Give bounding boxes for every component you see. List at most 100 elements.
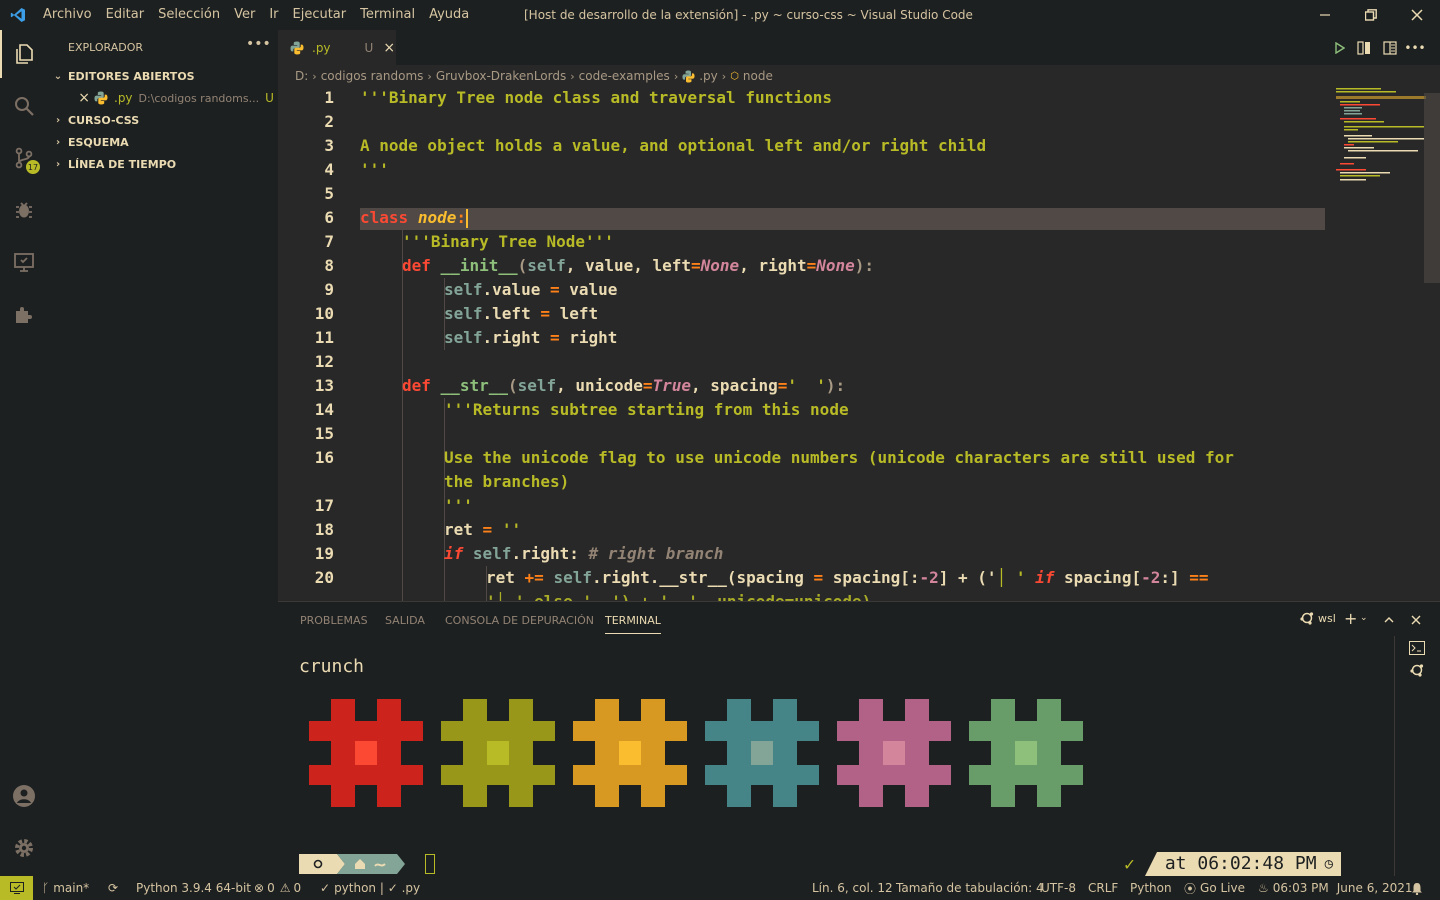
tab-debug-console[interactable]: CONSOLA DE DEPURACIÓN <box>445 614 594 627</box>
error-icon: ⊗ <box>254 881 265 895</box>
line-number: 11 <box>314 328 334 347</box>
open-editor-item[interactable]: × .py D:\codigos randoms... U <box>48 87 278 109</box>
remote-explorer-icon[interactable] <box>0 238 48 286</box>
keyword: def <box>402 256 431 275</box>
more-actions-icon[interactable]: ••• <box>1402 41 1428 55</box>
timeline-section[interactable]: › LÍNEA DE TIEMPO <box>48 153 278 175</box>
code-line-16-wrap: the branches) <box>444 472 570 491</box>
problems-count[interactable]: ⊗ 0 ⚠ 0 <box>254 876 301 900</box>
close-editor-icon[interactable]: × <box>48 90 90 106</box>
open-file-status: U <box>265 91 274 105</box>
code-line-18: ret = '' <box>444 520 521 539</box>
menu-ver[interactable]: Ver <box>227 0 262 30</box>
tab-label: .py <box>312 40 331 55</box>
outline-label: ESQUEMA <box>68 135 129 149</box>
self-keyword: self <box>517 376 557 395</box>
linux-penguin-icon[interactable] <box>1410 662 1424 681</box>
constant: None <box>816 256 855 275</box>
chevron-down-icon[interactable]: ⌄ <box>1360 613 1368 623</box>
search-icon[interactable] <box>0 82 48 130</box>
params: , right <box>739 256 807 275</box>
menu-ir[interactable]: Ir <box>262 0 285 30</box>
tab-problems[interactable]: PROBLEMAS <box>300 614 368 627</box>
breadcrumb-drive[interactable]: D: <box>295 69 308 83</box>
python-file-icon <box>94 91 108 105</box>
minimap[interactable] <box>1330 87 1426 207</box>
run-debug-icon[interactable] <box>0 186 48 234</box>
lint-status[interactable]: ✓ python | ✓ .py <box>320 876 420 900</box>
remote-indicator[interactable] <box>0 876 33 900</box>
end-of-line[interactable]: CRLF <box>1088 876 1118 900</box>
operator: = <box>803 568 833 587</box>
extensions-icon[interactable] <box>0 290 48 338</box>
menu-seleccion[interactable]: Selección <box>151 0 227 30</box>
settings-gear-icon[interactable] <box>0 824 48 872</box>
line-number: 15 <box>314 424 334 443</box>
menu-ayuda[interactable]: Ayuda <box>422 0 476 30</box>
breadcrumb-symbol[interactable]: node <box>743 69 773 83</box>
folder-section-curso-css[interactable]: › CURSO-CSS <box>48 109 278 131</box>
breadcrumb-folder[interactable]: Gruvbox-DrakenLords <box>436 69 566 83</box>
chevron-right-icon: › <box>427 69 432 83</box>
lint-text: python | ✓ .py <box>334 881 421 895</box>
breadcrumb-file[interactable]: .py <box>699 69 718 83</box>
source-control-icon[interactable]: 17 <box>0 134 48 182</box>
account-icon[interactable] <box>0 772 48 820</box>
language-mode[interactable]: Python <box>1130 876 1172 900</box>
editor-scrollbar[interactable] <box>1424 93 1440 283</box>
close-window-button[interactable] <box>1394 0 1440 30</box>
code-line-3: A node object holds a value, and optiona… <box>360 136 987 155</box>
new-terminal-button[interactable]: + <box>1344 609 1357 628</box>
explorer-icon[interactable] <box>0 30 48 78</box>
go-live-label: Go Live <box>1200 881 1245 895</box>
tab-py-file[interactable]: .py U × <box>278 30 396 65</box>
line-number: 16 <box>314 448 334 467</box>
colon: : <box>456 208 466 227</box>
code-line-19: if self.right: # right branch <box>444 544 723 563</box>
more-actions-icon[interactable]: ••• <box>246 36 271 52</box>
menu-ejecutar[interactable]: Ejecutar <box>286 0 354 30</box>
breadcrumb-folder[interactable]: codigos randoms <box>321 69 424 83</box>
terminal-instance-icon[interactable] <box>1409 640 1425 659</box>
go-live-button[interactable]: ⦿ Go Live <box>1184 876 1245 900</box>
git-branch[interactable]: ᚴ main* <box>42 876 89 900</box>
close-tab-icon[interactable]: × <box>383 40 395 56</box>
linux-penguin-icon <box>1300 611 1314 625</box>
terminal-selector[interactable]: wsl <box>1300 611 1336 625</box>
open-editors-section[interactable]: ⌄ EDITORES ABIERTOS <box>48 65 278 87</box>
sync-icon[interactable]: ⟳ <box>108 876 118 900</box>
keyword: if <box>1035 568 1055 587</box>
menu-editar[interactable]: Editar <box>99 0 152 30</box>
chevron-right-icon: › <box>721 69 727 83</box>
notifications-bell-icon[interactable] <box>1411 876 1423 900</box>
python-interpreter[interactable]: Python 3.9.4 64-bit <box>136 876 251 900</box>
code-line-21-partial: '│ ' else ' ') + ' ', unicode=unicode) <box>486 592 871 601</box>
encoding[interactable]: UTF-8 <box>1041 876 1076 900</box>
open-editors-label: EDITORES ABIERTOS <box>68 69 195 83</box>
run-python-file-icon[interactable] <box>1330 41 1350 54</box>
clock: ♨ 06:03 PM June 6, 2021 <box>1258 876 1413 900</box>
operator: = <box>806 256 817 275</box>
timeline-label: LÍNEA DE TIEMPO <box>68 157 177 171</box>
code-line-14: '''Returns subtree starting from this no… <box>444 400 849 419</box>
shell-prompt <box>299 854 435 874</box>
menu-terminal[interactable]: Terminal <box>353 0 422 30</box>
close-panel-icon[interactable] <box>1410 611 1422 630</box>
params: , spacing <box>691 376 778 395</box>
params: , unicode <box>556 376 643 395</box>
code-editor[interactable]: 1 2 3 4 5 6 7 8 9 10 11 12 13 14 15 16 17 18 19 20 '''Binar… <box>278 87 1440 601</box>
breadcrumb-folder[interactable]: code-examples <box>579 69 670 83</box>
open-changes-icon[interactable] <box>1350 40 1378 55</box>
tab-terminal[interactable]: TERMINAL <box>605 614 661 634</box>
minimize-button[interactable] <box>1302 0 1348 30</box>
menu-archivo[interactable]: Archivo <box>36 0 99 30</box>
restore-button[interactable] <box>1348 0 1394 30</box>
code-line-6: class node: <box>360 208 468 228</box>
maximize-panel-icon[interactable] <box>1383 611 1395 630</box>
outline-section[interactable]: › ESQUEMA <box>48 131 278 153</box>
tab-size[interactable]: Tamaño de tabulación: 4 <box>896 876 1044 900</box>
cursor-position[interactable]: Lín. 6, col. 12 <box>812 876 893 900</box>
line-number: 3 <box>324 136 334 155</box>
split-editor-icon[interactable] <box>1378 40 1402 55</box>
tab-output[interactable]: SALIDA <box>385 614 425 627</box>
